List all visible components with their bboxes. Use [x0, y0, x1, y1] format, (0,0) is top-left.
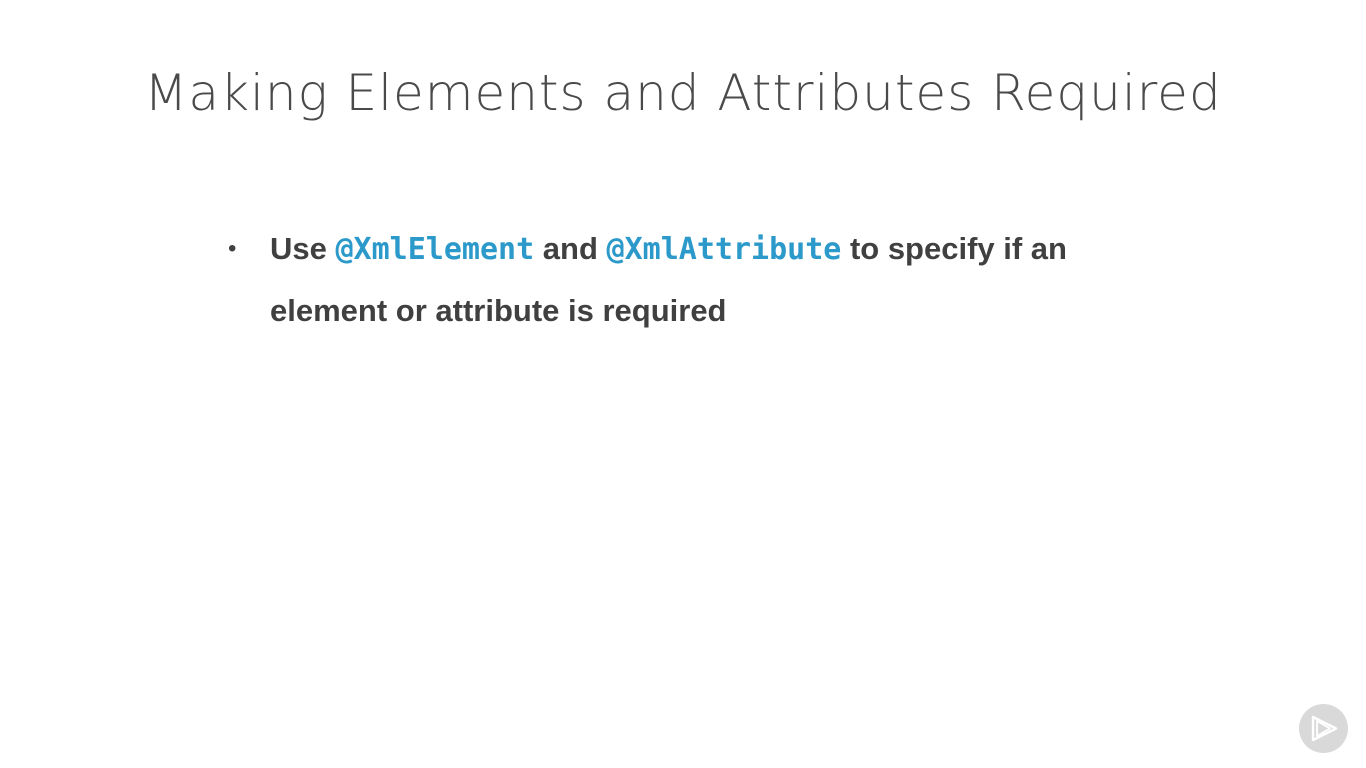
- play-logo-glyph: [1311, 715, 1338, 742]
- slide: Making Elements and Attributes Required …: [0, 0, 1366, 768]
- bullet-dot: •: [228, 235, 237, 262]
- slide-title: Making Elements and Attributes Required: [144, 64, 1222, 122]
- code-xml-element: @XmlElement: [335, 232, 535, 267]
- bullet-item: • Use @XmlElement and @XmlAttribute to s…: [228, 218, 1168, 341]
- code-xml-attribute: @XmlAttribute: [606, 232, 842, 267]
- bullet-list: • Use @XmlElement and @XmlAttribute to s…: [228, 218, 1168, 341]
- bullet-text-before: Use: [270, 231, 336, 266]
- play-logo-icon: [1299, 704, 1348, 753]
- bullet-text-middle: and: [534, 231, 607, 266]
